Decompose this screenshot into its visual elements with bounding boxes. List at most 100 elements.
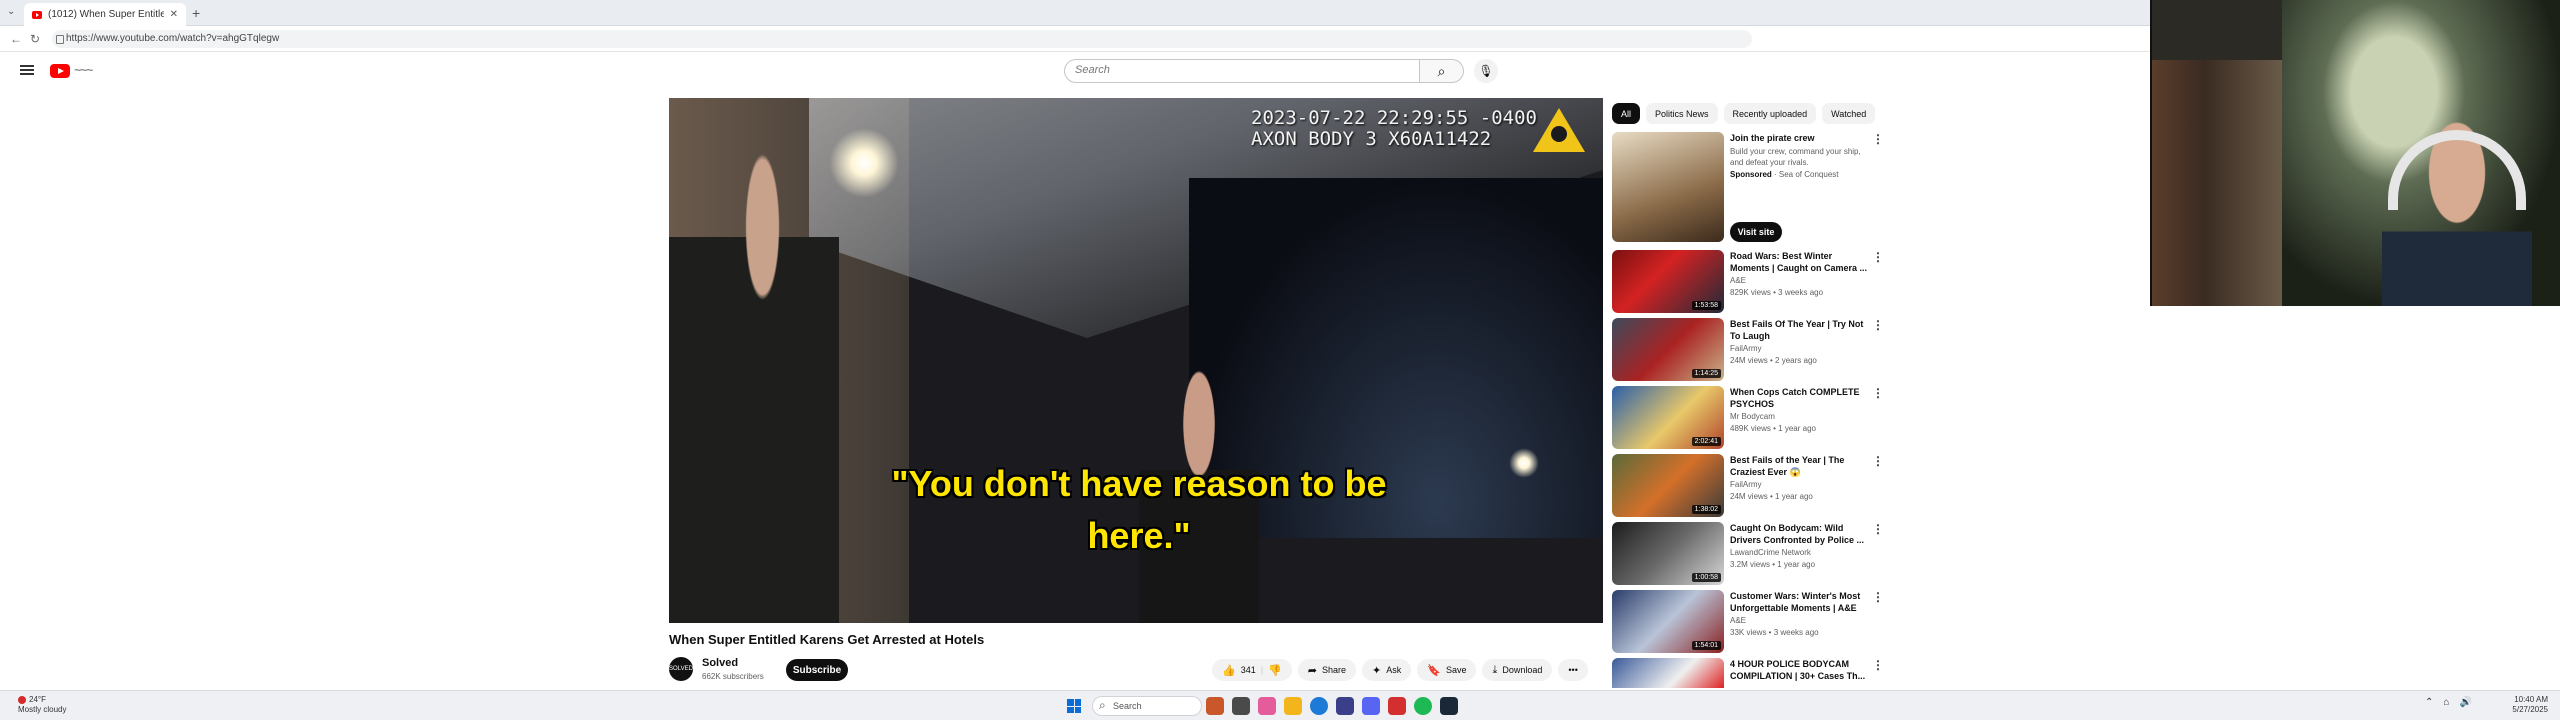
list-item[interactable]: 1:14:25 Best Fails Of The Year | Try Not…: [1612, 318, 1884, 381]
rec-title[interactable]: Customer Wars: Winter's Most Unforgettab…: [1730, 590, 1870, 614]
rec-title[interactable]: Best Fails of the Year | The Craziest Ev…: [1730, 454, 1870, 478]
file-explorer-icon[interactable]: [1284, 697, 1302, 715]
more-options-icon[interactable]: ⋮: [1872, 658, 1882, 672]
steam-icon[interactable]: [1440, 697, 1458, 715]
channel-avatar[interactable]: SOLVED: [669, 657, 693, 681]
discord-icon[interactable]: [1362, 697, 1380, 715]
weather-desc: Mostly cloudy: [18, 705, 67, 714]
network-icon[interactable]: ⌂: [2443, 697, 2449, 708]
voice-search-button[interactable]: 🎙: [1474, 59, 1498, 83]
rec-title[interactable]: Best Fails Of The Year | Try Not To Laug…: [1730, 318, 1870, 342]
rec-channel[interactable]: LawandCrime Network: [1730, 548, 1811, 557]
clock-time: 10:40 AM: [2514, 695, 2548, 704]
address-bar-row: ← ↻ https://www.youtube.com/watch?v=ahgG…: [0, 26, 2150, 52]
rec-channel[interactable]: A&E: [1730, 276, 1746, 285]
reload-icon[interactable]: ↻: [30, 32, 40, 46]
like-count[interactable]: 341: [1241, 665, 1256, 675]
share-label: Share: [1322, 665, 1347, 675]
more-options-icon[interactable]: ⋮: [1872, 522, 1884, 536]
ad-sponsored-line: Sponsored · Sea of Conquest: [1730, 170, 1839, 179]
youtube-logo-icon[interactable]: [50, 64, 70, 78]
youtube-header: ~~~ Search ⌕ 🎙: [0, 53, 2150, 89]
menu-icon[interactable]: [20, 65, 34, 75]
download-button[interactable]: ⤓ Download: [1482, 659, 1553, 681]
rec-title[interactable]: Road Wars: Best Winter Moments | Caught …: [1730, 250, 1870, 274]
task-view-icon[interactable]: [1232, 697, 1250, 715]
duration-badge: 1:53:58: [1691, 301, 1721, 310]
ask-button[interactable]: ✦ Ask: [1362, 659, 1412, 681]
volume-icon[interactable]: 🔊: [2459, 697, 2471, 708]
video-thumbnail[interactable]: 2:02:41: [1612, 386, 1724, 449]
save-button[interactable]: 🔖 Save: [1417, 659, 1477, 681]
back-icon[interactable]: ←: [10, 32, 22, 46]
system-clock[interactable]: 10:40 AM 5/27/2025: [2506, 695, 2548, 715]
taskbar-search-input[interactable]: Search: [1092, 696, 1202, 716]
video-thumbnail[interactable]: 1:54:01: [1612, 590, 1724, 653]
rec-title[interactable]: Caught On Bodycam: Wild Drivers Confront…: [1730, 522, 1870, 546]
share-button[interactable]: ➦ Share: [1297, 659, 1357, 681]
system-tray: ⌃ ⌂ 🔊: [2425, 697, 2472, 708]
video-title: When Super Entitled Karens Get Arrested …: [669, 632, 985, 647]
close-tab-icon[interactable]: ✕: [170, 9, 178, 20]
store-icon[interactable]: [1336, 697, 1354, 715]
url-field[interactable]: https://www.youtube.com/watch?v=ahgGTqle…: [52, 30, 1752, 48]
rec-channel[interactable]: FailArmy: [1730, 480, 1762, 489]
channel-name[interactable]: Solved: [702, 657, 738, 669]
more-options-icon[interactable]: ⋮: [1872, 318, 1884, 332]
like-icon[interactable]: 👍: [1222, 664, 1236, 677]
spotify-icon[interactable]: [1414, 697, 1432, 715]
search-input[interactable]: Search: [1064, 59, 1420, 83]
rec-title[interactable]: When Cops Catch COMPLETE PSYCHOS: [1730, 386, 1870, 410]
rec-meta: 3.2M views • 1 year ago: [1730, 560, 1816, 569]
video-thumbnail[interactable]: 1:38:02: [1612, 454, 1724, 517]
video-caption: "You don't have reason to be here.": [891, 463, 1387, 556]
bodycam-timestamp-line2: AXON BODY 3 X60A11422: [1251, 128, 1492, 150]
copilot-icon[interactable]: [1258, 697, 1276, 715]
rec-channel[interactable]: Mr Bodycam: [1730, 412, 1775, 421]
list-item[interactable]: 1:00:58 Caught On Bodycam: Wild Drivers …: [1612, 522, 1884, 585]
youtube-logo-wordmark[interactable]: ~~~: [74, 63, 93, 77]
chip-recently-uploaded[interactable]: Recently uploaded: [1723, 103, 1817, 124]
video-thumbnail[interactable]: 1:00:58: [1612, 522, 1724, 585]
more-icon: •••: [1568, 665, 1578, 675]
weather-widget[interactable]: 24°F Mostly cloudy: [18, 695, 66, 715]
ad-thumbnail[interactable]: [1612, 132, 1724, 242]
duration-badge: 1:54:01: [1691, 641, 1721, 650]
more-options-icon[interactable]: ⋮: [1872, 250, 1884, 264]
news-app-icon[interactable]: [1206, 697, 1224, 715]
chip-all[interactable]: All: [1612, 103, 1641, 124]
more-options-icon[interactable]: ⋮: [1872, 590, 1884, 604]
more-options-icon[interactable]: ⋮: [1872, 386, 1884, 400]
list-item[interactable]: 4 HOUR POLICE BODYCAM COMPILATION | 30+ …: [1612, 658, 1882, 688]
more-actions-button[interactable]: •••: [1558, 659, 1588, 681]
search-button[interactable]: ⌕: [1420, 59, 1464, 83]
game-app-icon[interactable]: [1388, 697, 1406, 715]
chip-politics-news[interactable]: Politics News: [1646, 103, 1718, 124]
browser-tab[interactable]: (1012) When Super Entitled K ✕: [24, 3, 186, 26]
new-tab-icon[interactable]: +: [192, 5, 200, 21]
rec-channel[interactable]: FailArmy: [1730, 344, 1762, 353]
rec-title[interactable]: 4 HOUR POLICE BODYCAM COMPILATION | 30+ …: [1730, 658, 1870, 682]
edge-browser-icon[interactable]: [1310, 697, 1328, 715]
more-options-icon[interactable]: ⋮: [1872, 454, 1884, 468]
start-menu-icon[interactable]: [1067, 699, 1081, 713]
more-options-icon[interactable]: ⋮: [1872, 132, 1884, 146]
chip-watched[interactable]: Watched: [1822, 103, 1876, 124]
subscribe-button[interactable]: Subscribe: [786, 659, 848, 681]
dislike-icon[interactable]: 👎: [1268, 664, 1282, 677]
rec-channel[interactable]: A&E: [1730, 616, 1746, 625]
sponsored-card[interactable]: Join the pirate crew Build your crew, co…: [1612, 132, 1884, 242]
list-item[interactable]: 2:02:41 When Cops Catch COMPLETE PSYCHOS…: [1612, 386, 1884, 449]
video-thumbnail[interactable]: 1:53:58: [1612, 250, 1724, 313]
visit-site-button[interactable]: Visit site: [1730, 222, 1782, 242]
list-item[interactable]: 1:38:02 Best Fails of the Year | The Cra…: [1612, 454, 1884, 517]
video-thumbnail[interactable]: 1:14:25: [1612, 318, 1724, 381]
save-label: Save: [1445, 665, 1467, 675]
ad-title[interactable]: Join the pirate crew: [1730, 132, 1870, 144]
video-player[interactable]: 2023-07-22 22:29:55 -0400 AXON BODY 3 X6…: [669, 98, 1603, 623]
video-thumbnail[interactable]: [1612, 658, 1724, 688]
list-item[interactable]: 1:54:01 Customer Wars: Winter's Most Unf…: [1612, 590, 1884, 653]
tab-list-icon[interactable]: ⌄: [7, 6, 15, 17]
list-item[interactable]: 1:53:58 Road Wars: Best Winter Moments |…: [1612, 250, 1884, 313]
tray-chevron-icon[interactable]: ⌃: [2425, 697, 2433, 708]
